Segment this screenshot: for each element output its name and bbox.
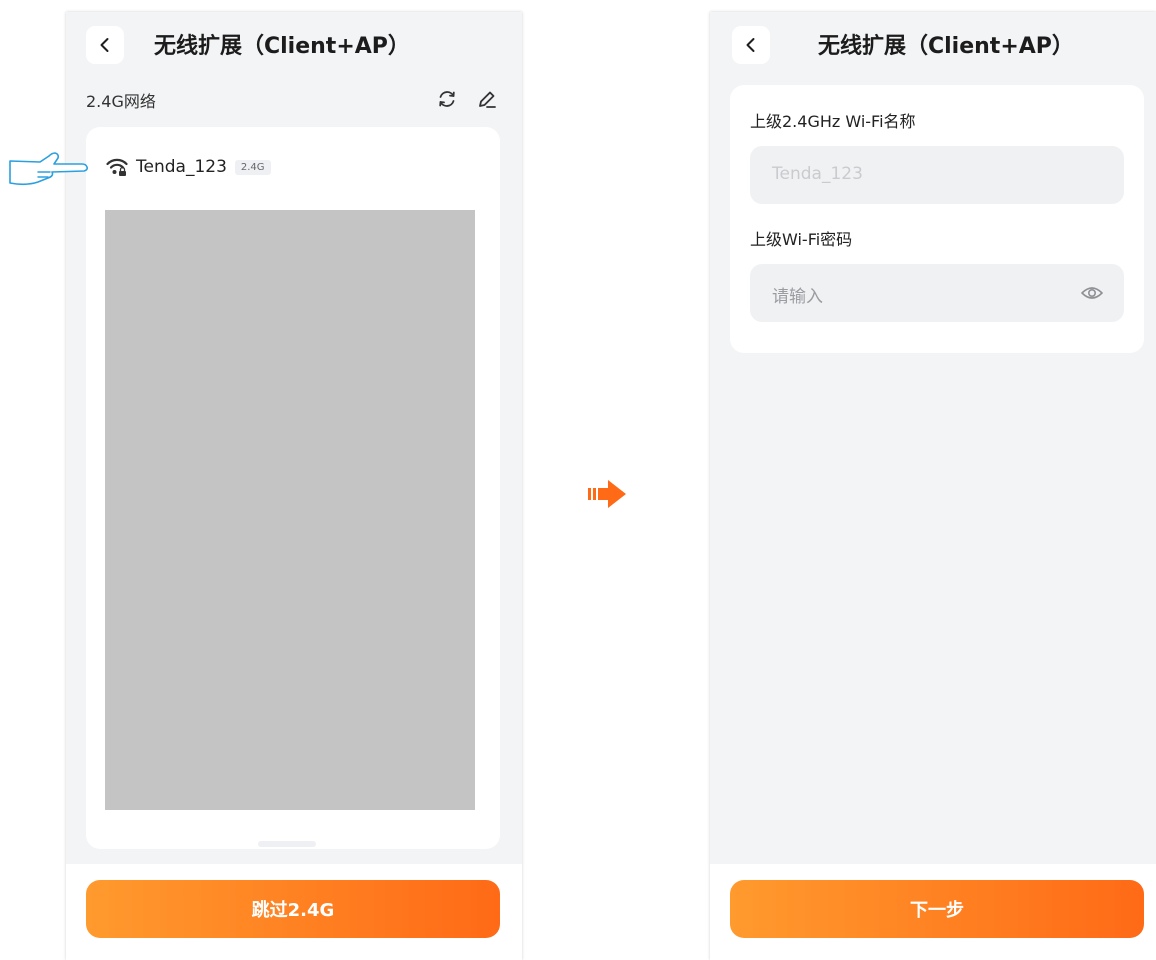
chevron-left-icon xyxy=(100,38,109,52)
ssid-field: Tenda_123 xyxy=(750,146,1124,204)
edit-icon[interactable] xyxy=(476,88,498,110)
back-button[interactable] xyxy=(86,26,124,64)
footer-bar: 跳过2.4G xyxy=(66,864,522,960)
password-placeholder: 请输入 xyxy=(772,287,823,307)
next-step-button[interactable]: 下一步 xyxy=(730,880,1144,938)
skip-2g-button[interactable]: 跳过2.4G xyxy=(86,880,500,938)
network-list-item[interactable]: Tenda_123 2.4G xyxy=(106,154,271,180)
ssid-label: 上级2.4GHz Wi-Fi名称 xyxy=(750,112,916,131)
arrow-right-icon xyxy=(588,480,626,508)
header: 无线扩展（Client+AP） xyxy=(66,12,522,78)
eye-icon[interactable] xyxy=(1080,282,1104,304)
scroll-handle xyxy=(258,841,316,847)
ssid-value: Tenda_123 xyxy=(772,164,863,184)
password-label: 上级Wi-Fi密码 xyxy=(750,230,853,249)
wifi-form-card: 上级2.4GHz Wi-Fi名称 Tenda_123 上级Wi-Fi密码 请输入 xyxy=(730,85,1144,353)
wifi-locked-icon xyxy=(106,158,128,176)
refresh-icon[interactable] xyxy=(436,88,458,110)
page-title: 无线扩展（Client+AP） xyxy=(154,34,410,59)
page-title: 无线扩展（Client+AP） xyxy=(818,34,1074,59)
right-phone-screen: 无线扩展（Client+AP） 上级2.4GHz Wi-Fi名称 Tenda_1… xyxy=(710,12,1156,960)
back-button[interactable] xyxy=(732,26,770,64)
section-title: 2.4G网络 xyxy=(86,92,156,111)
pointer-hand-icon xyxy=(9,152,88,186)
network-ssid: Tenda_123 xyxy=(136,157,227,177)
network-list-placeholder xyxy=(105,210,475,810)
footer-bar: 下一步 xyxy=(710,864,1156,960)
header: 无线扩展（Client+AP） xyxy=(710,12,1156,78)
network-list-card: Tenda_123 2.4G xyxy=(86,127,500,849)
band-badge: 2.4G xyxy=(234,159,271,175)
password-field[interactable]: 请输入 xyxy=(750,264,1124,322)
left-phone-screen: 无线扩展（Client+AP） 2.4G网络 Tenda_123 2.4G 跳过… xyxy=(66,12,522,960)
chevron-left-icon xyxy=(746,38,755,52)
